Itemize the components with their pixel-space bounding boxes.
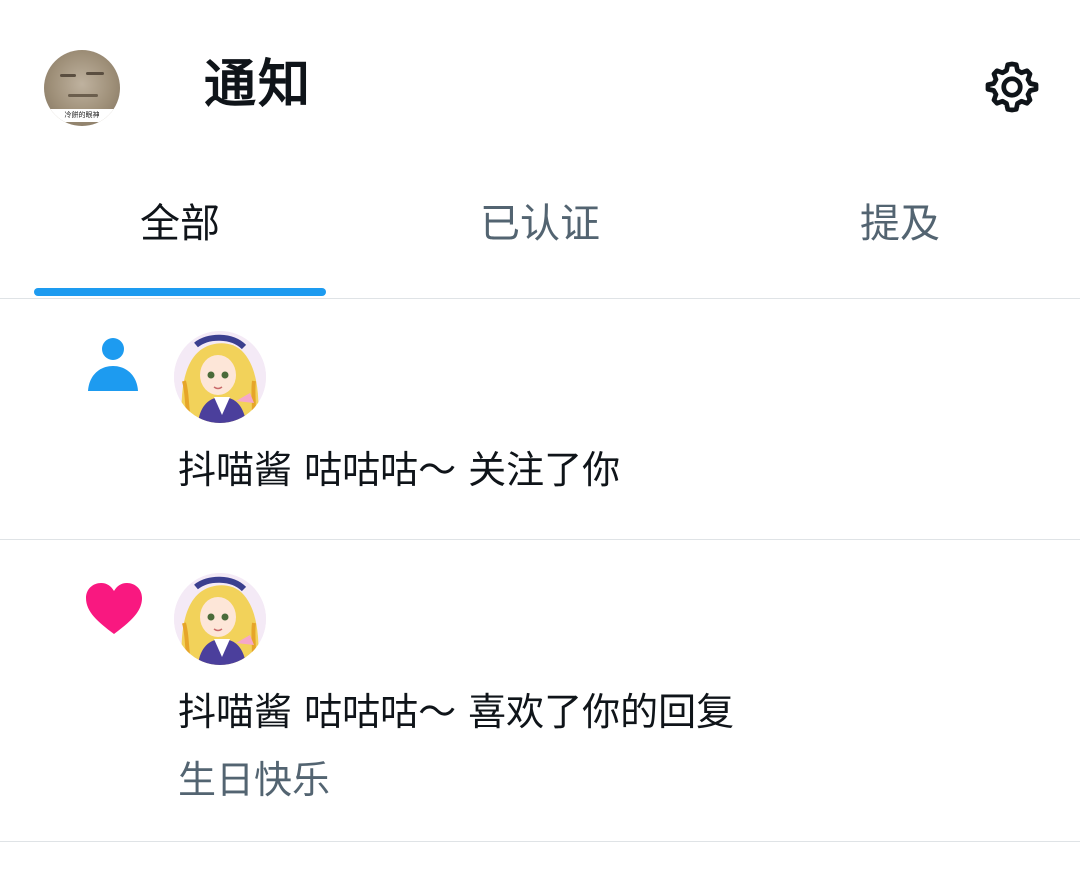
settings-button[interactable] bbox=[978, 53, 1046, 121]
notification-text: 抖喵酱 咕咕咕～ 喜欢了你的回复 bbox=[178, 690, 735, 734]
notifications-screen: 冷餅的眼神 通知 全部 已认证 提及 抖喵酱 咕咕咕～ 关注了你 抖喵酱 咕咕咕… bbox=[0, 0, 1080, 870]
active-tab-indicator bbox=[34, 288, 326, 296]
anime-girl-avatar-image bbox=[174, 573, 266, 665]
heart-icon bbox=[86, 583, 142, 634]
tab-verified[interactable]: 已认证 bbox=[360, 170, 720, 298]
anime-girl-avatar-image bbox=[174, 331, 266, 423]
notification-tabs: 全部 已认证 提及 bbox=[0, 170, 1080, 299]
actor-avatar[interactable] bbox=[174, 331, 266, 423]
actor-avatar[interactable] bbox=[174, 573, 266, 665]
gear-icon bbox=[985, 61, 1039, 113]
tab-verified-label: 已认证 bbox=[480, 201, 600, 247]
notification-item-follow[interactable]: 抖喵酱 咕咕咕～ 关注了你 bbox=[0, 299, 1080, 540]
tab-all-label: 全部 bbox=[140, 201, 220, 247]
notification-text: 抖喵酱 咕咕咕～ 关注了你 bbox=[178, 448, 621, 492]
page-title: 通知 bbox=[204, 55, 313, 115]
profile-avatar[interactable]: 冷餅的眼神 bbox=[44, 50, 120, 126]
tab-all[interactable]: 全部 bbox=[0, 170, 360, 298]
avatar-caption: 冷餅的眼神 bbox=[44, 109, 120, 122]
top-bar: 冷餅的眼神 通知 bbox=[0, 0, 1080, 170]
notification-item-like[interactable]: 抖喵酱 咕咕咕～ 喜欢了你的回复 生日快乐 bbox=[0, 540, 1080, 842]
liked-reply-preview: 生日快乐 bbox=[178, 758, 331, 802]
tab-mentions[interactable]: 提及 bbox=[720, 170, 1080, 298]
person-icon bbox=[88, 338, 138, 391]
tab-mentions-label: 提及 bbox=[860, 201, 940, 247]
